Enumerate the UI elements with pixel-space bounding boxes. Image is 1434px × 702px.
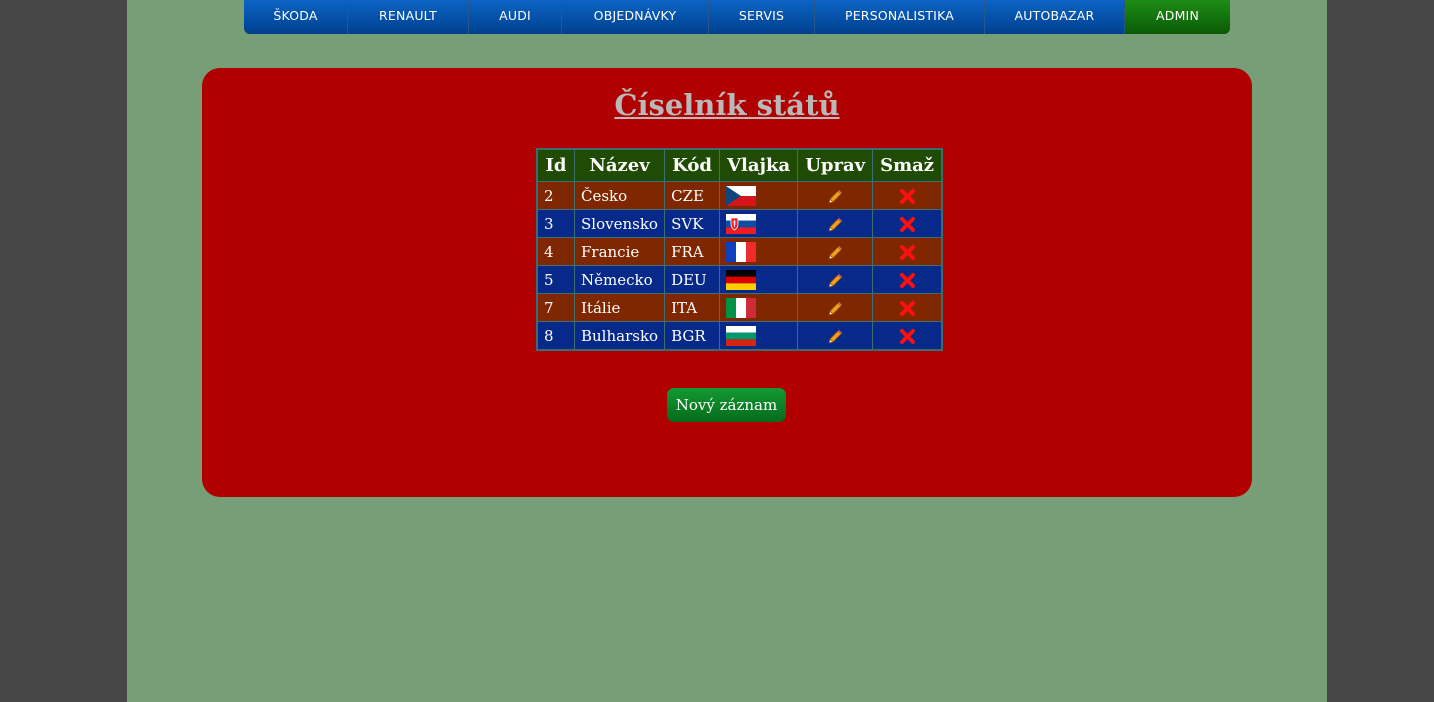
german-flag-icon	[726, 269, 757, 290]
slovak-flag-icon	[726, 213, 757, 234]
cell-flag	[719, 237, 799, 266]
table-row: 5 Německo DEU	[536, 265, 943, 294]
nav-item-objednavky[interactable]: OBJEDNÁVKY	[562, 0, 709, 34]
cell-flag	[719, 293, 799, 322]
cell-code: FRA	[664, 237, 721, 266]
cell-flag	[719, 209, 799, 238]
pencil-icon[interactable]	[827, 301, 843, 317]
nav-item-admin[interactable]: ADMIN	[1125, 0, 1230, 34]
cell-id: 5	[536, 265, 575, 294]
column-header-id: Id	[536, 148, 575, 182]
cell-id: 8	[536, 321, 575, 351]
red-x-icon[interactable]	[899, 328, 916, 345]
cell-delete	[872, 209, 943, 238]
cell-flag	[719, 181, 799, 210]
table-row: 4 Francie FRA	[536, 237, 943, 266]
cell-code: SVK	[664, 209, 721, 238]
cell-name: Bulharsko	[573, 321, 666, 351]
cell-edit	[797, 293, 874, 322]
cell-delete	[872, 181, 943, 210]
table-header-row: Id Název Kód Vlajka Uprav Smaž	[536, 148, 943, 182]
cell-delete	[872, 265, 943, 294]
czech-flag-icon	[726, 185, 757, 206]
red-x-icon[interactable]	[899, 272, 916, 289]
cell-flag	[719, 321, 799, 351]
pencil-icon[interactable]	[827, 217, 843, 233]
main-navigation: ŠKODA RENAULT AUDI OBJEDNÁVKY SERVIS PER…	[244, 0, 1230, 34]
cell-code: DEU	[664, 265, 721, 294]
cell-code: ITA	[664, 293, 721, 322]
cell-edit	[797, 265, 874, 294]
column-header-code: Kód	[664, 148, 721, 182]
cell-id: 2	[536, 181, 575, 210]
pencil-icon[interactable]	[827, 273, 843, 289]
nav-item-servis[interactable]: SERVIS	[709, 0, 815, 34]
nav-item-autobazar[interactable]: AUTOBAZAR	[985, 0, 1125, 34]
cell-name: Německo	[573, 265, 666, 294]
pencil-icon[interactable]	[827, 245, 843, 261]
cell-name: Česko	[573, 181, 666, 210]
content-panel: Číselník států Id Název Kód Vlajka Uprav…	[202, 68, 1252, 497]
cell-name: Francie	[573, 237, 666, 266]
cell-edit	[797, 237, 874, 266]
table-row: 3 Slovensko SVK	[536, 209, 943, 238]
table-row: 7 Itálie ITA	[536, 293, 943, 322]
cell-edit	[797, 209, 874, 238]
french-flag-icon	[726, 241, 757, 262]
column-header-name: Název	[573, 148, 666, 182]
cell-code: BGR	[664, 321, 721, 351]
nav-item-personalistika[interactable]: PERSONALISTIKA	[815, 0, 985, 34]
nav-item-renault[interactable]: RENAULT	[348, 0, 469, 34]
page-title: Číselník států	[614, 88, 840, 122]
table-row: 8 Bulharsko BGR	[536, 321, 943, 351]
bulgarian-flag-icon	[726, 325, 757, 346]
cell-delete	[872, 293, 943, 322]
pencil-icon[interactable]	[827, 189, 843, 205]
cell-id: 4	[536, 237, 575, 266]
cell-flag	[719, 265, 799, 294]
cell-delete	[872, 237, 943, 266]
cell-id: 7	[536, 293, 575, 322]
cell-edit	[797, 321, 874, 351]
new-record-button[interactable]: Nový záznam	[667, 388, 786, 422]
cell-name: Slovensko	[573, 209, 666, 238]
cell-id: 3	[536, 209, 575, 238]
red-x-icon[interactable]	[899, 300, 916, 317]
cell-delete	[872, 321, 943, 351]
red-x-icon[interactable]	[899, 188, 916, 205]
column-header-delete: Smaž	[872, 148, 943, 182]
cell-code: CZE	[664, 181, 721, 210]
column-header-edit: Uprav	[797, 148, 874, 182]
table-row: 2 Česko CZE	[536, 181, 943, 210]
column-header-flag: Vlajka	[719, 148, 799, 182]
red-x-icon[interactable]	[899, 216, 916, 233]
pencil-icon[interactable]	[827, 329, 843, 345]
cell-name: Itálie	[573, 293, 666, 322]
italian-flag-icon	[726, 297, 757, 318]
red-x-icon[interactable]	[899, 244, 916, 261]
cell-edit	[797, 181, 874, 210]
states-table: Id Název Kód Vlajka Uprav Smaž 2 Česko C…	[536, 148, 944, 351]
nav-item-skoda[interactable]: ŠKODA	[244, 0, 348, 34]
nav-item-audi[interactable]: AUDI	[469, 0, 562, 34]
